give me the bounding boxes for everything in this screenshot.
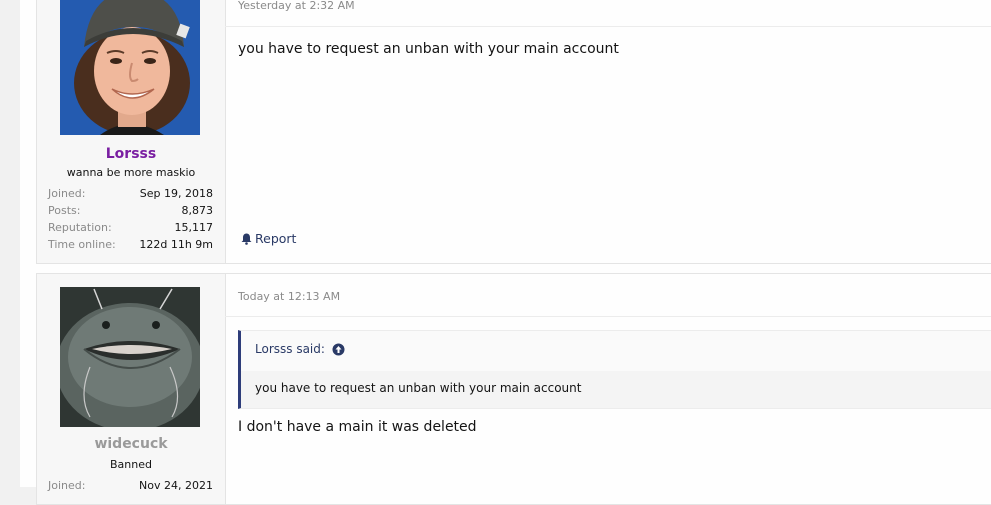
post-timestamp[interactable]: Today at 12:13 AM <box>238 290 340 303</box>
header-divider <box>225 26 991 27</box>
stat-time-online: Time online: 122d 11h 9m <box>48 236 213 253</box>
quote-block: Lorsss said: you have to request an unba… <box>238 330 991 409</box>
user-info-panel: Lorsss wanna be more maskio Joined: Sep … <box>37 0 226 263</box>
post: Lorsss wanna be more maskio Joined: Sep … <box>36 0 991 264</box>
stat-posts: Posts: 8,873 <box>48 202 213 219</box>
avatar[interactable] <box>60 287 200 427</box>
stat-label: Joined: <box>48 479 86 492</box>
user-title: Banned <box>110 458 152 471</box>
stat-joined: Joined: Sep 19, 2018 <box>48 185 213 202</box>
quote-author: Lorsss said: <box>255 342 325 356</box>
post: widecuck Banned Joined: Nov 24, 2021 Tod… <box>36 273 991 505</box>
username[interactable]: widecuck <box>37 436 225 452</box>
stat-value: Nov 24, 2021 <box>139 479 213 492</box>
quote-header[interactable]: Lorsss said: <box>255 342 345 356</box>
user-stats: Joined: Sep 19, 2018 Posts: 8,873 Reputa… <box>48 185 213 253</box>
stat-value: 15,117 <box>174 221 214 234</box>
stat-label: Posts: <box>48 204 81 217</box>
username[interactable]: Lorsss <box>37 146 225 162</box>
arrow-up-circle-icon[interactable] <box>332 343 345 356</box>
avatar[interactable] <box>60 0 200 135</box>
user-stats: Joined: Nov 24, 2021 <box>48 477 213 494</box>
stat-value: Sep 19, 2018 <box>139 187 213 200</box>
stat-label: Joined: <box>48 187 86 200</box>
avatar-image <box>60 287 200 427</box>
message-cell: Yesterday at 2:32 AM you have to request… <box>225 0 991 263</box>
report-link[interactable]: Report <box>241 231 296 246</box>
message-body: you have to request an unban with your m… <box>238 41 619 57</box>
header-divider <box>225 316 991 317</box>
report-label: Report <box>255 231 297 246</box>
stat-value: 122d 11h 9m <box>139 238 213 251</box>
page-left-gutter <box>0 0 20 487</box>
bell-icon <box>241 233 252 245</box>
message-cell: Today at 12:13 AM Lorsss said: you have … <box>225 274 991 504</box>
stat-label: Reputation: <box>48 221 112 234</box>
quote-content: you have to request an unban with your m… <box>241 371 991 408</box>
avatar-image <box>60 0 200 135</box>
message-body: I don't have a main it was deleted <box>238 419 477 435</box>
stat-value: 8,873 <box>181 204 214 217</box>
quote-text: you have to request an unban with your m… <box>255 381 582 395</box>
stat-reputation: Reputation: 15,117 <box>48 219 213 236</box>
stat-label: Time online: <box>48 238 116 251</box>
user-info-panel: widecuck Banned Joined: Nov 24, 2021 <box>37 274 226 504</box>
post-timestamp[interactable]: Yesterday at 2:32 AM <box>238 0 355 12</box>
user-title: wanna be more maskio <box>66 166 196 179</box>
stat-joined: Joined: Nov 24, 2021 <box>48 477 213 494</box>
